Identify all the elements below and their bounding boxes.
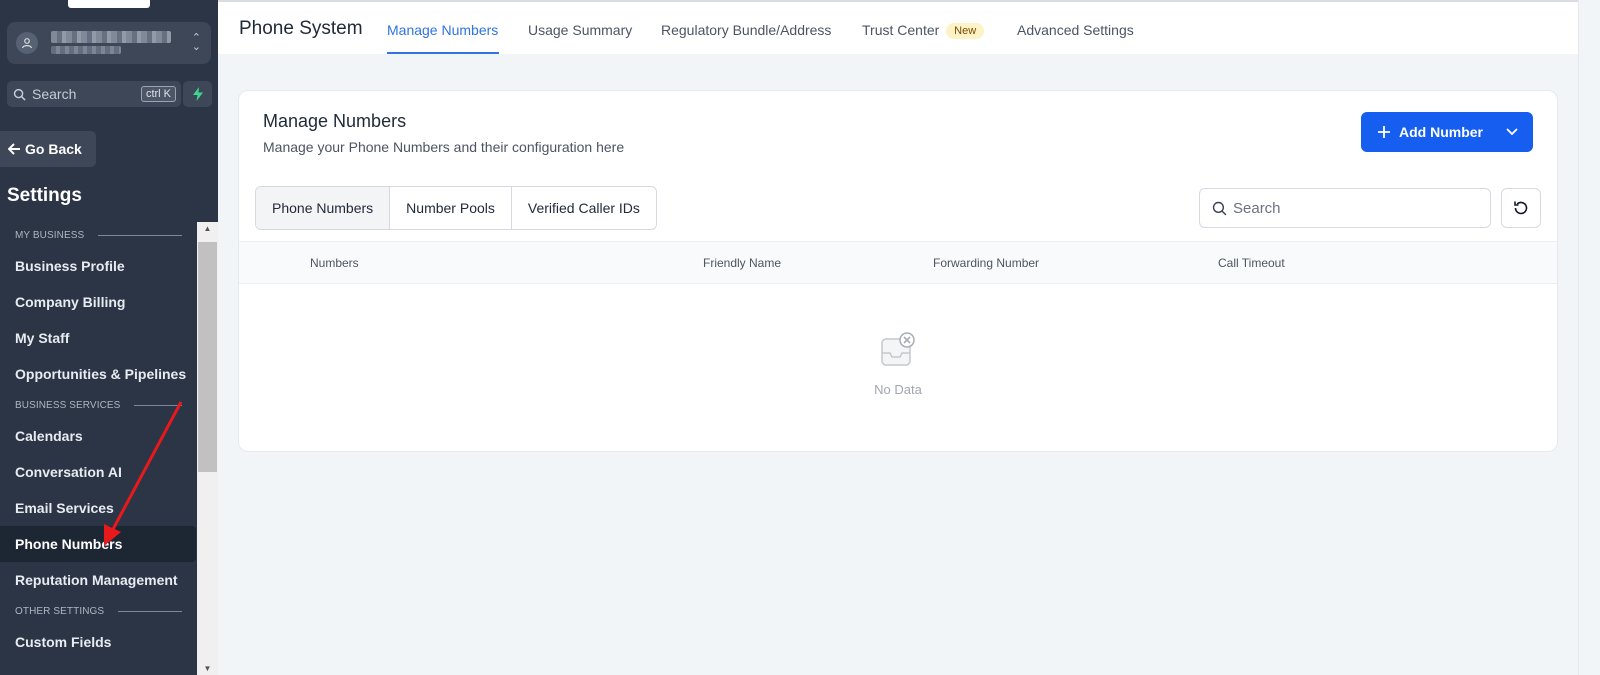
sidebar-item-calendars[interactable]: Calendars (0, 418, 196, 454)
numbers-search-placeholder: Search (1233, 199, 1281, 217)
sidebar-item-my-staff[interactable]: My Staff (0, 320, 196, 356)
sidebar-scrollbar[interactable]: ▲ ▼ (197, 222, 218, 675)
segment-number-pools[interactable]: Number Pools (390, 187, 512, 229)
arrow-left-icon (8, 143, 20, 155)
search-icon (13, 88, 26, 101)
sidebar-item-opportunities[interactable]: Opportunities & Pipelines (0, 356, 196, 392)
column-friendly-name: Friendly Name (703, 256, 782, 270)
number-type-segments: Phone Numbers Number Pools Verified Call… (255, 186, 657, 230)
settings-title: Settings (7, 185, 82, 206)
column-forwarding-number: Forwarding Number (933, 256, 1040, 270)
account-subtitle-redacted (51, 46, 121, 54)
segment-phone-numbers[interactable]: Phone Numbers (256, 187, 391, 229)
scrollbar-thumb[interactable] (198, 242, 217, 472)
scroll-down-icon[interactable]: ▼ (197, 664, 218, 674)
tab-usage-summary[interactable]: Usage Summary (528, 22, 632, 38)
manage-numbers-card: Manage Numbers Manage your Phone Numbers… (238, 90, 1558, 452)
chevron-down-icon[interactable] (1505, 124, 1519, 138)
empty-state-text: No Data (874, 382, 922, 397)
empty-state: No Data (239, 331, 1557, 397)
card-title: Manage Numbers (263, 111, 407, 131)
add-number-label: Add Number (1399, 124, 1483, 140)
settings-nav: MY BUSINESS Business Profile Company Bil… (0, 222, 196, 660)
refresh-icon (1514, 201, 1528, 215)
refresh-button[interactable] (1501, 188, 1541, 228)
top-bar: Phone System Manage Numbers Usage Summar… (218, 0, 1578, 54)
section-header-business-services: BUSINESS SERVICES (0, 392, 196, 418)
empty-inbox-icon (881, 332, 915, 366)
sidebar-item-custom-fields[interactable]: Custom Fields (0, 624, 196, 660)
logo-placeholder (68, 0, 150, 8)
sidebar-search-placeholder: Search (32, 86, 77, 102)
sidebar-item-phone-numbers[interactable]: Phone Numbers (0, 526, 196, 562)
tab-trust-center[interactable]: Trust Center New (862, 22, 985, 39)
column-call-timeout: Call Timeout (1218, 256, 1285, 270)
sidebar-item-email-services[interactable]: Email Services (0, 490, 196, 526)
tab-advanced-settings[interactable]: Advanced Settings (1017, 22, 1134, 38)
sidebar-item-conversation-ai[interactable]: Conversation AI (0, 454, 196, 490)
page-title: Phone System (239, 18, 363, 39)
column-numbers: Numbers (310, 256, 359, 270)
section-header-other-settings: OTHER SETTINGS (0, 598, 196, 624)
go-back-button[interactable]: Go Back (0, 131, 96, 167)
go-back-label: Go Back (25, 141, 82, 157)
table-header: Numbers Friendly Name Forwarding Number … (239, 241, 1557, 284)
bolt-icon (192, 87, 203, 101)
chevron-updown-icon: ⌃ ⌄ (191, 31, 201, 53)
new-badge: New (946, 23, 985, 39)
sidebar-item-reputation[interactable]: Reputation Management (0, 562, 196, 598)
section-header-my-business: MY BUSINESS (0, 222, 196, 248)
quick-actions-button[interactable] (183, 81, 212, 107)
numbers-search-input[interactable]: Search (1199, 188, 1491, 228)
page-scrollbar-area (1578, 0, 1600, 675)
add-number-button[interactable]: Add Number (1361, 112, 1533, 152)
tab-manage-numbers[interactable]: Manage Numbers (387, 22, 498, 38)
card-subtitle: Manage your Phone Numbers and their conf… (263, 139, 625, 155)
search-shortcut: ctrl K (140, 86, 176, 102)
search-icon (1212, 201, 1227, 215)
sidebar-item-company-billing[interactable]: Company Billing (0, 284, 196, 320)
scroll-up-icon[interactable]: ▲ (197, 224, 218, 236)
segment-verified-caller-ids[interactable]: Verified Caller IDs (512, 187, 656, 229)
account-name-redacted (51, 31, 171, 43)
tab-regulatory-bundle[interactable]: Regulatory Bundle/Address (661, 22, 831, 38)
user-icon (16, 32, 38, 54)
active-tab-indicator (387, 52, 499, 54)
tab-trust-center-label: Trust Center (862, 22, 940, 38)
sidebar-search[interactable]: Search ctrl K (7, 81, 181, 107)
plus-icon (1378, 126, 1390, 138)
account-switcher[interactable]: ⌃ ⌄ (7, 22, 211, 64)
sidebar-item-business-profile[interactable]: Business Profile (0, 248, 196, 284)
sidebar: ⌃ ⌄ Search ctrl K Go Back Settings MY BUS… (0, 0, 218, 675)
